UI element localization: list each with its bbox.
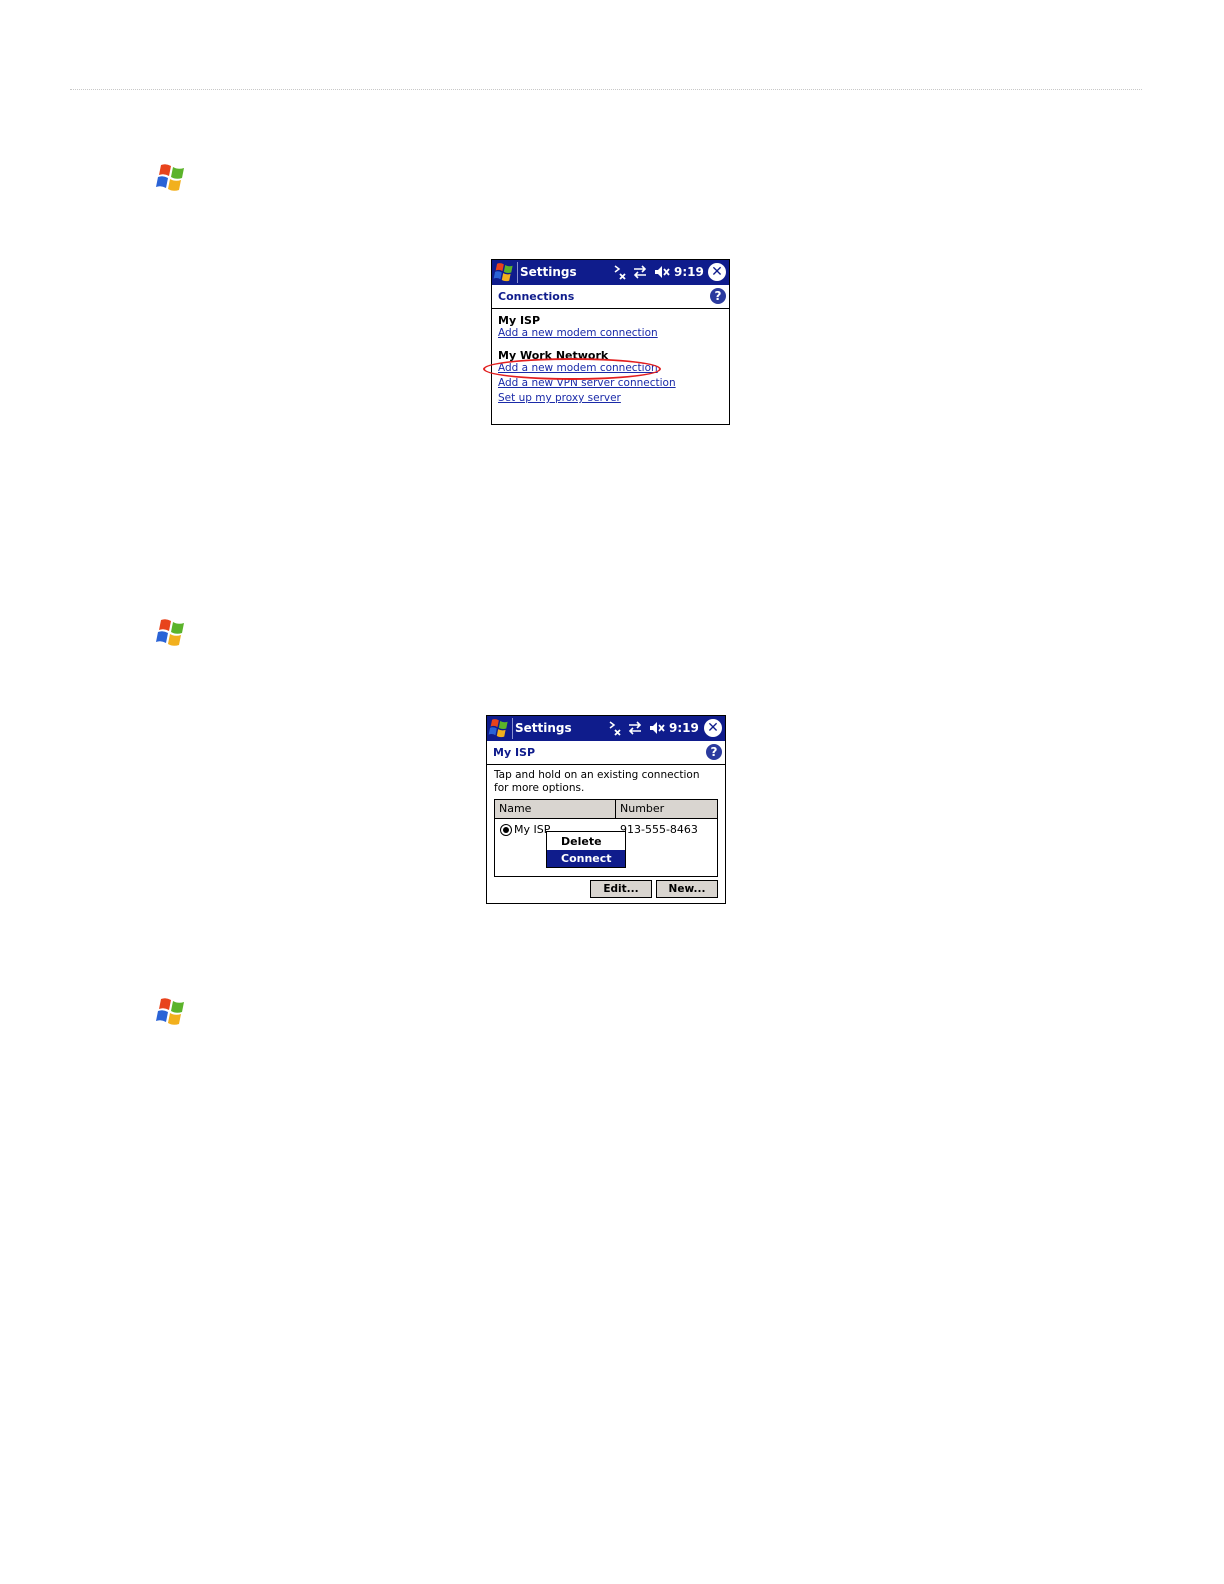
page-title: Connections	[498, 290, 575, 303]
title-bar: Settings 9:19 ✕	[492, 260, 729, 285]
top-divider	[70, 89, 1142, 90]
my-isp-screen: Settings 9:19 ✕ My ISP ? Tap and hold on…	[486, 715, 726, 904]
clock[interactable]: 9:19	[674, 265, 704, 279]
windows-flag-icon	[155, 997, 189, 1027]
close-icon[interactable]: ✕	[708, 263, 726, 281]
speaker-muted-icon[interactable]	[648, 719, 666, 737]
page-title: My ISP	[493, 746, 536, 759]
title-separator	[512, 718, 513, 739]
row-radio-button[interactable]	[500, 824, 512, 836]
app-title: Settings	[515, 721, 572, 735]
instructions-text: Tap and hold on an existing connection f…	[494, 769, 700, 794]
title-separator	[517, 262, 518, 283]
help-icon[interactable]: ?	[710, 288, 726, 304]
connections-table: Name Number My ISP 913-555-8463 Delete C…	[494, 799, 718, 877]
group-label-my-isp: My ISP	[498, 314, 541, 327]
close-icon[interactable]: ✕	[704, 719, 722, 737]
column-header-name[interactable]: Name	[495, 800, 616, 819]
row-name[interactable]: My ISP	[514, 823, 550, 836]
sync-arrows-icon[interactable]	[632, 263, 648, 281]
menu-item-delete[interactable]: Delete	[547, 833, 625, 850]
add-modem-connection-link-isp[interactable]: Add a new modem connection	[498, 327, 658, 339]
connectivity-icon[interactable]	[612, 263, 628, 281]
windows-flag-icon[interactable]	[488, 717, 511, 740]
column-header-number[interactable]: Number	[616, 800, 717, 819]
page-header: My ISP ?	[487, 741, 725, 765]
connections-screen: Settings 9:19 ✕ Connections ? My ISP Add…	[491, 259, 730, 425]
highlight-oval	[483, 358, 661, 380]
edit-button[interactable]: Edit...	[590, 880, 652, 898]
row-number[interactable]: 913-555-8463	[620, 823, 698, 836]
menu-item-connect[interactable]: Connect	[547, 850, 625, 867]
help-icon[interactable]: ?	[706, 744, 722, 760]
connectivity-icon[interactable]	[607, 719, 623, 737]
clock[interactable]: 9:19	[669, 721, 699, 735]
title-bar: Settings 9:19 ✕	[487, 716, 725, 741]
context-menu: Delete Connect	[546, 831, 626, 868]
windows-flag-icon[interactable]	[493, 261, 516, 284]
speaker-muted-icon[interactable]	[653, 263, 671, 281]
page-header: Connections ?	[492, 285, 729, 309]
app-title: Settings	[520, 265, 577, 279]
sync-arrows-icon[interactable]	[627, 719, 643, 737]
proxy-server-link[interactable]: Set up my proxy server	[498, 392, 621, 404]
windows-flag-icon	[155, 163, 189, 193]
new-button[interactable]: New...	[656, 880, 718, 898]
windows-flag-icon	[155, 618, 189, 648]
